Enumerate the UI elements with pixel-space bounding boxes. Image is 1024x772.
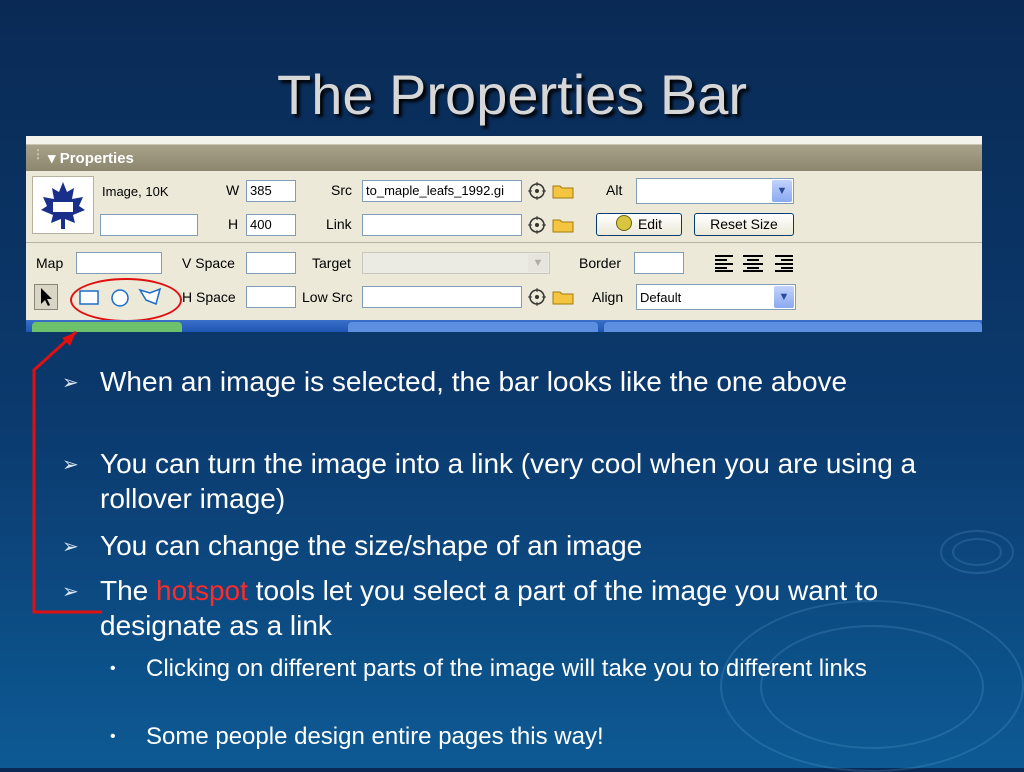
alt-combobox[interactable]: ▼: [636, 178, 794, 204]
align-label: Align: [592, 289, 624, 305]
grip-icon[interactable]: ⋮: [32, 148, 44, 160]
chevron-down-icon[interactable]: ▼: [772, 180, 792, 202]
panel-bottom-tab[interactable]: [348, 322, 598, 332]
alt-label: Alt: [606, 182, 623, 198]
browse-folder-icon[interactable]: [552, 217, 574, 233]
browse-folder-icon[interactable]: [552, 289, 574, 305]
target-label: Target: [312, 255, 351, 271]
arrow-bullet-icon: ➢: [62, 454, 79, 476]
properties-header-label: Properties: [59, 150, 134, 167]
arrow-bullet-icon: ➢: [62, 372, 79, 394]
browse-folder-icon[interactable]: [552, 183, 574, 199]
arrow-pointer-icon: [41, 288, 52, 306]
arrow-bullet-icon: ➢: [62, 536, 79, 558]
hspace-label: H Space: [182, 289, 236, 305]
reset-size-button[interactable]: Reset Size: [694, 213, 794, 236]
border-label: Border: [579, 255, 622, 271]
lowsrc-label: Low Src: [302, 289, 353, 305]
hotspot-highlight-circle: [70, 278, 182, 322]
properties-body: Image, 10K W 385 H 400 Src to_maple_leaf…: [26, 172, 982, 332]
align-combobox[interactable]: Default ▼: [636, 284, 796, 310]
page-title: The Properties Bar: [277, 63, 747, 126]
chevron-down-icon[interactable]: ▼: [528, 254, 548, 272]
image-thumbnail: [32, 176, 94, 234]
ripple-decoration: [952, 538, 1002, 566]
height-field[interactable]: 400: [246, 214, 296, 236]
pointer-hotspot-tool[interactable]: [34, 284, 58, 310]
h-label: H: [228, 216, 239, 232]
align-right-icon[interactable]: [772, 254, 794, 272]
dot-bullet-icon: •: [110, 660, 116, 677]
link-label: Link: [326, 216, 352, 232]
map-name-field[interactable]: [76, 252, 162, 274]
panel-top-edge: [26, 136, 982, 145]
target-combobox[interactable]: ▼: [362, 252, 550, 274]
w-label: W: [226, 182, 240, 198]
properties-panel: ⋮ ▾ Properties Image, 10K W 385 H 400 Sr…: [26, 136, 982, 332]
image-size-label: Image, 10K: [102, 184, 169, 199]
align-center-icon[interactable]: [742, 254, 764, 272]
src-field[interactable]: to_maple_leafs_1992.gi: [362, 180, 522, 202]
map-label: Map: [36, 255, 64, 271]
link-field[interactable]: [362, 214, 522, 236]
hotspot-highlight-text: hotspot: [156, 575, 248, 606]
hspace-field[interactable]: [246, 286, 296, 308]
dot-bullet-icon: •: [110, 728, 116, 745]
lowsrc-field[interactable]: [362, 286, 522, 308]
border-field[interactable]: [634, 252, 684, 274]
collapse-triangle-icon[interactable]: ▾: [48, 150, 56, 167]
vspace-label: V Space: [182, 255, 235, 271]
fireworks-icon: [615, 215, 632, 231]
width-field[interactable]: 385: [246, 180, 296, 202]
src-label: Src: [331, 182, 352, 198]
edit-button[interactable]: Edit: [596, 213, 682, 236]
panel-bottom-tab[interactable]: [604, 322, 982, 332]
maple-leaf-logo-icon: [41, 182, 85, 229]
chevron-down-icon[interactable]: ▼: [774, 286, 794, 308]
point-to-file-icon[interactable]: [527, 215, 547, 235]
arrow-bullet-icon: ➢: [62, 581, 79, 603]
align-left-icon[interactable]: [714, 254, 736, 272]
panel-separator: [26, 242, 982, 243]
point-to-file-icon[interactable]: [527, 181, 547, 201]
slide: { "slide": { "title": "The Properties Ba…: [0, 0, 1024, 772]
vspace-field[interactable]: [246, 252, 296, 274]
image-name-field[interactable]: [100, 214, 198, 236]
properties-header[interactable]: ⋮ ▾ Properties: [26, 145, 982, 171]
point-to-file-icon[interactable]: [527, 287, 547, 307]
